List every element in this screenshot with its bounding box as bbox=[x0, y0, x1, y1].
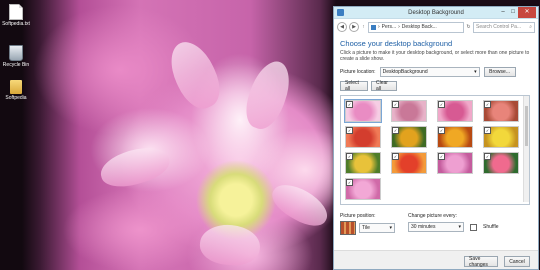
breadcrumb-desktop-background[interactable]: Desktop Back... bbox=[402, 24, 437, 30]
wallpaper-thumbnail[interactable]: ✓ bbox=[345, 152, 381, 174]
desktop-icon-label: Recycle Bin bbox=[2, 62, 30, 68]
change-every-value: 30 minutes bbox=[411, 224, 436, 230]
chevron-down-icon: ▾ bbox=[458, 224, 461, 230]
wallpaper-thumbnail[interactable]: ✓ bbox=[483, 100, 519, 122]
recycle-bin-icon bbox=[9, 45, 23, 61]
thumbnail-checkbox[interactable]: ✓ bbox=[484, 101, 491, 108]
minimize-button[interactable]: – bbox=[498, 7, 508, 18]
picture-location-value: DesktopBackground bbox=[382, 69, 428, 75]
thumbnail-checkbox[interactable]: ✓ bbox=[484, 153, 491, 160]
picture-gallery: ✓ ✓ ✓ ✓ ✓ ✓ ✓ ✓ ✓ ✓ ✓ ✓ ✓ bbox=[340, 95, 530, 205]
change-every-label: Change picture every: bbox=[408, 213, 457, 219]
search-input[interactable]: Search Control Pa... ⌕ bbox=[473, 21, 535, 33]
desktop-background-window: Desktop Background – □ ✕ ◀ ▶ ↑ › Pers...… bbox=[333, 6, 539, 270]
picture-location-select[interactable]: DesktopBackground ▾ bbox=[379, 67, 480, 77]
control-panel-icon bbox=[371, 24, 376, 30]
wallpaper-thumbnail[interactable]: ✓ bbox=[345, 178, 381, 200]
thumbnail-checkbox[interactable]: ✓ bbox=[346, 179, 353, 186]
wallpaper-petal bbox=[162, 34, 228, 116]
navigation-bar: ◀ ▶ ↑ › Pers... › Desktop Back... ↻ Sear… bbox=[334, 19, 538, 35]
thumbnail-checkbox[interactable]: ✓ bbox=[438, 153, 445, 160]
save-changes-button[interactable]: Save changes bbox=[464, 256, 498, 268]
main-content: Choose your desktop background Click a p… bbox=[334, 35, 538, 238]
picture-position-value: Tile bbox=[362, 225, 370, 231]
shuffle-label: Shuffle bbox=[483, 224, 499, 230]
breadcrumb-personalization[interactable]: Pers... bbox=[382, 24, 396, 30]
thumbnail-checkbox[interactable]: ✓ bbox=[484, 127, 491, 134]
thumbnail-grid: ✓ ✓ ✓ ✓ ✓ ✓ ✓ ✓ ✓ ✓ ✓ ✓ ✓ bbox=[344, 99, 519, 200]
desktop-icon-label: Softpedia.txt bbox=[2, 21, 30, 27]
search-placeholder: Search Control Pa... bbox=[476, 24, 522, 30]
wallpaper-thumbnail[interactable]: ✓ bbox=[345, 126, 381, 148]
desktop-icon-recycle-bin[interactable]: Recycle Bin bbox=[2, 45, 30, 68]
text-file-icon bbox=[9, 4, 23, 20]
wallpaper-petal bbox=[266, 177, 334, 233]
wallpaper-thumbnail[interactable]: ✓ bbox=[391, 126, 427, 148]
wallpaper-thumbnail[interactable]: ✓ bbox=[437, 152, 473, 174]
options-row: Picture position: Tile ▾ Change picture … bbox=[340, 213, 532, 235]
breadcrumb-separator: › bbox=[378, 24, 380, 30]
wallpaper-thumbnail[interactable]: ✓ bbox=[344, 99, 382, 123]
search-icon: ⌕ bbox=[529, 24, 532, 30]
folder-icon bbox=[10, 80, 22, 94]
scrollbar-thumb[interactable] bbox=[525, 106, 528, 146]
thumbnail-checkbox[interactable]: ✓ bbox=[346, 153, 353, 160]
wallpaper-thumbnail[interactable]: ✓ bbox=[391, 152, 427, 174]
picture-location-row: Picture location: DesktopBackground ▾ Br… bbox=[340, 67, 532, 77]
wallpaper-thumbnail[interactable]: ✓ bbox=[483, 126, 519, 148]
picture-location-label: Picture location: bbox=[340, 69, 376, 75]
thumbnail-checkbox[interactable]: ✓ bbox=[346, 127, 353, 134]
chevron-down-icon: ▾ bbox=[474, 69, 477, 75]
picture-position-select[interactable]: Tile ▾ bbox=[359, 223, 395, 233]
thumbnail-checkbox[interactable]: ✓ bbox=[392, 101, 399, 108]
clear-all-button[interactable]: Clear all bbox=[371, 80, 397, 92]
picture-position-group: Picture position: Tile ▾ bbox=[340, 213, 402, 235]
window-footer: Save changes Cancel bbox=[334, 250, 538, 269]
thumbnail-checkbox[interactable]: ✓ bbox=[392, 153, 399, 160]
thumbnail-checkbox[interactable]: ✓ bbox=[438, 127, 445, 134]
wallpaper-thumbnail[interactable]: ✓ bbox=[437, 100, 473, 122]
wallpaper-thumbnail[interactable]: ✓ bbox=[391, 100, 427, 122]
wallpaper-thumbnail[interactable]: ✓ bbox=[437, 126, 473, 148]
page-description: Click a picture to make it your desktop … bbox=[340, 50, 530, 62]
thumbnail-checkbox[interactable]: ✓ bbox=[438, 101, 445, 108]
desktop-icon-label: Softpedia bbox=[5, 95, 27, 101]
select-all-button[interactable]: Select all bbox=[340, 80, 368, 92]
wallpaper-petal bbox=[96, 141, 174, 193]
picture-position-label: Picture position: bbox=[340, 213, 376, 219]
forward-arrow-icon[interactable]: ▶ bbox=[349, 22, 359, 32]
change-every-select[interactable]: 30 minutes ▾ bbox=[408, 222, 464, 232]
browse-button[interactable]: Browse... bbox=[483, 67, 516, 77]
close-button[interactable]: ✕ bbox=[518, 7, 536, 18]
cancel-button[interactable]: Cancel bbox=[504, 256, 530, 267]
up-arrow-icon[interactable]: ↑ bbox=[361, 23, 366, 31]
wallpaper-thumbnail[interactable]: ✓ bbox=[483, 152, 519, 174]
selection-buttons: Select all Clear all bbox=[340, 80, 532, 92]
refresh-icon[interactable]: ↻ bbox=[466, 23, 471, 31]
desktop-icon-text-file[interactable]: Softpedia.txt bbox=[2, 4, 30, 27]
maximize-button[interactable]: □ bbox=[508, 7, 518, 18]
chevron-down-icon: ▾ bbox=[389, 225, 392, 231]
change-picture-group: Change picture every: 30 minutes ▾ Shuff… bbox=[408, 213, 498, 235]
wallpaper-petal bbox=[239, 55, 297, 135]
back-arrow-icon[interactable]: ◀ bbox=[337, 22, 347, 32]
breadcrumb-separator: › bbox=[398, 24, 400, 30]
thumbnail-checkbox[interactable]: ✓ bbox=[392, 127, 399, 134]
shuffle-checkbox[interactable] bbox=[470, 223, 477, 231]
tile-preview-icon bbox=[340, 221, 356, 235]
title-bar[interactable]: Desktop Background – □ ✕ bbox=[334, 7, 538, 19]
thumbnail-checkbox[interactable]: ✓ bbox=[346, 101, 353, 108]
address-bar[interactable]: › Pers... › Desktop Back... bbox=[368, 21, 464, 33]
page-heading: Choose your desktop background bbox=[340, 39, 453, 48]
wallpaper-petal bbox=[198, 222, 262, 268]
desktop-icon-folder[interactable]: Softpedia bbox=[2, 80, 30, 101]
gallery-scrollbar[interactable] bbox=[523, 96, 529, 202]
